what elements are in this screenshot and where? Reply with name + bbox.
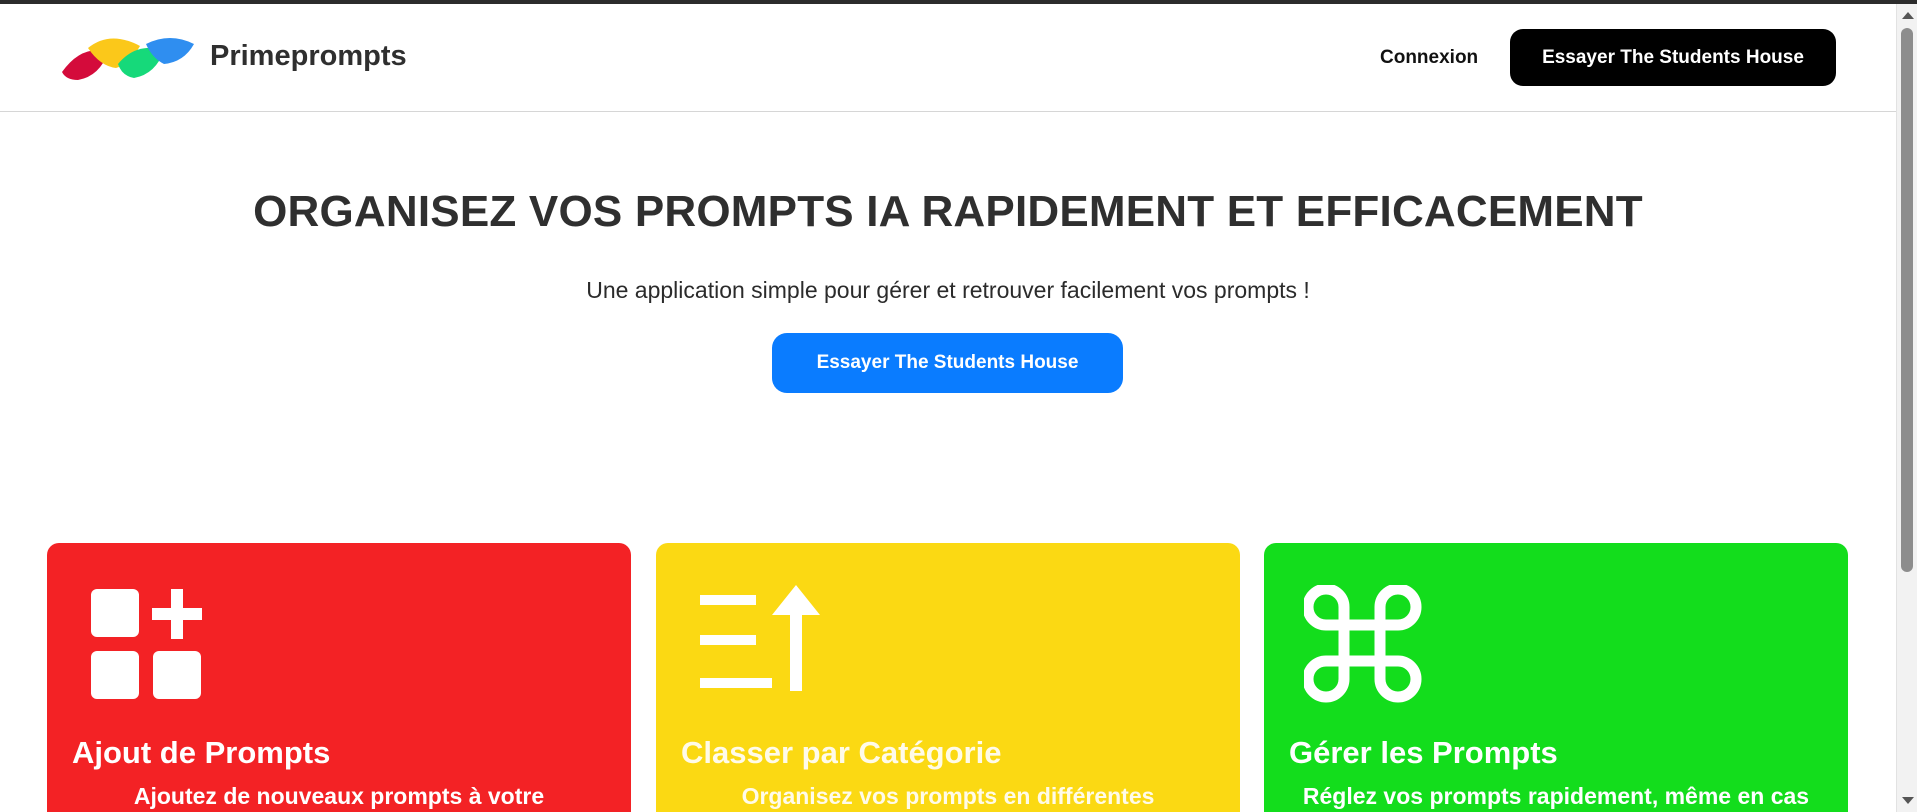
command-icon: [1304, 585, 1422, 703]
primeprompts-logo[interactable]: [60, 34, 196, 84]
grid-plus-icon: [91, 589, 202, 699]
hero-try-button[interactable]: Essayer The Students House: [772, 333, 1123, 393]
feature-card-add-prompts: Ajout de Prompts Ajoutez de nouveaux pro…: [47, 543, 631, 812]
scroll-down-arrow-icon[interactable]: [1902, 797, 1914, 804]
feature-description: Ajoutez de nouveaux prompts à votre: [133, 783, 545, 809]
sort-ascending-icon: [700, 585, 820, 691]
brand-name[interactable]: Primeprompts: [210, 40, 407, 73]
scroll-up-arrow-icon[interactable]: [1902, 12, 1914, 19]
feature-card-categories: Classer par Catégorie Organisez vos prom…: [656, 543, 1240, 812]
feature-title: Classer par Catégorie: [681, 735, 1002, 770]
feature-card-manage-prompts: Gérer les Prompts Réglez vos prompts rap…: [1264, 543, 1848, 812]
scroll-thumb[interactable]: [1901, 28, 1913, 572]
hero-subtitle: Une application simple pour gérer et ret…: [586, 277, 1310, 303]
hero-title: ORGANISEZ VOS PROMPTS IA RAPIDEMENT ET E…: [253, 187, 1643, 236]
page: Primeprompts Connexion Essayer The Stude…: [0, 4, 1896, 812]
feature-description: Organisez vos prompts en différentes: [741, 783, 1155, 809]
site-header: Primeprompts Connexion Essayer The Stude…: [0, 4, 1896, 112]
feature-title: Ajout de Prompts: [72, 735, 331, 770]
feature-description: Réglez vos prompts rapidement, même en c…: [1302, 783, 1810, 809]
vertical-scrollbar[interactable]: [1896, 4, 1917, 812]
login-link[interactable]: Connexion: [1380, 47, 1478, 69]
feature-title: Gérer les Prompts: [1289, 735, 1558, 770]
header-try-button[interactable]: Essayer The Students House: [1510, 29, 1836, 86]
